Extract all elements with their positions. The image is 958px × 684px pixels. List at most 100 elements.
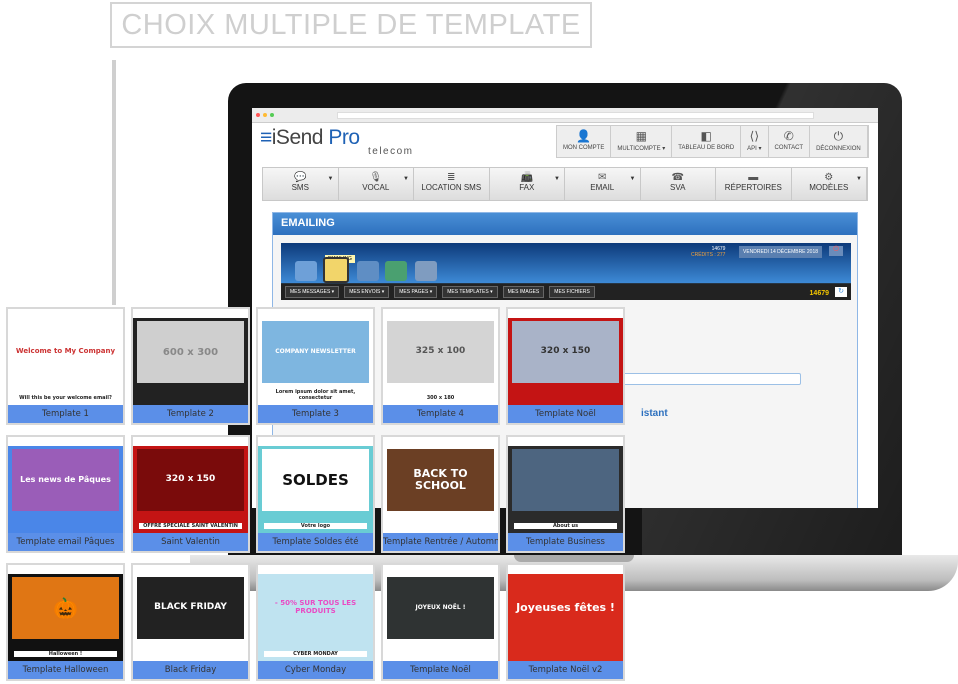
template-card[interactable]: 320 x 150 Template Noël <box>506 307 625 425</box>
template-label: Template 3 <box>258 405 373 423</box>
minimize-window-icon[interactable] <box>263 113 267 117</box>
template-preview: 🎃 Halloween ! <box>8 565 123 661</box>
template-card[interactable]: BACK TO SCHOOL Template Rentrée / Automne <box>381 435 500 553</box>
envelope-icon: ✉ <box>598 172 607 183</box>
template-card[interactable]: COMPANY NEWSLETTER Lorem ipsum dolor sit … <box>256 307 375 425</box>
sub-nav-item[interactable]: MES TEMPLATES ▾ <box>442 286 498 298</box>
preview-caption: About us <box>514 523 617 529</box>
template-card[interactable]: 320 x 150 OFFRE SPECIALE SAINT VALENTIN Sa… <box>131 435 250 553</box>
template-card[interactable]: 🎃 Halloween ! Template Halloween <box>6 563 125 681</box>
settings-icon[interactable] <box>415 261 437 281</box>
sub-nav-item[interactable]: MES IMAGES <box>502 286 545 298</box>
contacts-icon[interactable] <box>357 261 379 281</box>
template-card[interactable]: About us Template Business <box>506 435 625 553</box>
maximize-window-icon[interactable] <box>270 113 274 117</box>
menu-item[interactable]: 💬 SMS ▼ <box>263 168 339 200</box>
page-title: CHOIX MULTIPLE DE TEMPLATE <box>110 2 592 48</box>
menu-label: MODÈLES <box>809 183 849 192</box>
top-nav-label: DÉCONNEXION <box>816 146 861 152</box>
gear-icon: ⚙ <box>824 172 834 183</box>
template-preview: SOLDES Votre logo <box>258 437 373 533</box>
menu-label: EMAIL <box>590 183 615 192</box>
close-window-icon[interactable] <box>256 113 260 117</box>
preview-header <box>383 309 498 318</box>
preview-caption: OFFRE SPECIALE SAINT VALENTIN <box>139 523 242 529</box>
top-nav-item[interactable]: ⏻ DÉCONNEXION <box>810 126 868 157</box>
home-icon[interactable] <box>295 261 317 281</box>
template-preview: BLACK FRIDAY <box>133 565 248 661</box>
address-bar[interactable] <box>337 111 814 119</box>
template-card[interactable]: SOLDES Votre logo Template Soldes été <box>256 435 375 553</box>
preview-header <box>508 437 623 446</box>
menu-item[interactable]: ⚙ MODÈLES ▼ <box>792 168 867 200</box>
logo-pro: Pro <box>328 126 360 149</box>
building-icon: ▦ <box>635 129 647 143</box>
preview-caption: 300 x 180 <box>389 395 492 401</box>
menu-item[interactable]: 📠 FAX ▼ <box>490 168 565 200</box>
template-label: Saint Valentin <box>133 533 248 551</box>
preview-hero: BACK TO SCHOOL <box>387 449 494 511</box>
stats-icon[interactable] <box>385 261 407 281</box>
preview-header <box>133 309 248 318</box>
preview-header <box>383 437 498 446</box>
power-icon: ⏻ <box>833 129 844 143</box>
top-nav-item[interactable]: 👤 MON COMPTE <box>557 126 612 157</box>
template-label: Template Soldes été <box>258 533 373 551</box>
dashboard-icon: ◧ <box>700 129 712 143</box>
template-card[interactable]: 325 x 100 300 x 180 Template 4 <box>381 307 500 425</box>
top-nav-item[interactable]: ▦ MULTICOMPTE ▾ <box>611 126 673 157</box>
preview-hero: 600 x 300 <box>137 321 244 383</box>
fax-icon: 📠 <box>520 172 533 183</box>
chevron-down-icon: ▼ <box>554 176 560 182</box>
template-card[interactable]: Welcome to My Company Will this be your w… <box>6 307 125 425</box>
menu-item[interactable]: ▬ RÉPERTOIRES <box>716 168 792 200</box>
template-preview: 600 x 300 <box>133 309 248 405</box>
preview-hero: Welcome to My Company <box>12 321 119 383</box>
template-card[interactable]: - 50% SUR TOUS LES PRODUITS CYBER MONDAY C… <box>256 563 375 681</box>
sub-nav-item[interactable]: MES PAGES ▾ <box>394 286 438 298</box>
power-icon[interactable]: ⏻ <box>829 246 843 256</box>
preview-hero: 320 x 150 <box>512 321 619 383</box>
menu-item[interactable]: ✉ EMAIL ▼ <box>565 168 641 200</box>
menu-item[interactable]: ≣ LOCATION SMS <box>414 168 490 200</box>
preview-header <box>508 565 623 574</box>
preview-caption: Votre logo <box>264 523 367 529</box>
top-nav-item[interactable]: ◧ TABLEAU DE BORD <box>672 126 742 157</box>
preview-hero <box>512 449 619 511</box>
chevron-down-icon: ▼ <box>327 176 334 182</box>
sub-nav-item[interactable]: MES ENVOIS ▾ <box>344 286 390 298</box>
template-preview: BACK TO SCHOOL <box>383 437 498 533</box>
menu-item[interactable]: 🎙 VOCAL ▼ <box>339 168 414 200</box>
template-card[interactable]: JOYEUX NOËL ! Template Noël <box>381 563 500 681</box>
sub-nav: MES MESSAGES ▾ MES ENVOIS ▾ MES PAGES ▾ MES… <box>285 286 595 298</box>
preview-header <box>258 437 373 446</box>
template-label: Template Business <box>508 533 623 551</box>
sub-nav-item[interactable]: MES FICHIERS <box>549 286 595 298</box>
menu-label: SVA <box>670 183 686 192</box>
partial-heading: istant <box>641 408 668 419</box>
sub-nav-item[interactable]: MES MESSAGES ▾ <box>285 286 340 298</box>
envelope-icon[interactable] <box>323 257 349 283</box>
preview-caption: Will this be your welcome email? <box>14 395 117 401</box>
template-card[interactable]: BLACK FRIDAY Black Friday <box>131 563 250 681</box>
logo[interactable]: ≡iSend Pro <box>260 126 360 150</box>
phone-icon: ✆ <box>783 129 794 143</box>
template-label: Template Noël <box>508 405 623 423</box>
template-label: Template email Pâques <box>8 533 123 551</box>
preview-hero: COMPANY NEWSLETTER <box>262 321 369 383</box>
template-preview: JOYEUX NOËL ! <box>383 565 498 661</box>
chevron-down-icon: ▼ <box>403 176 409 182</box>
template-card[interactable]: Joyeuses fêtes ! Template Noël v2 <box>506 563 625 681</box>
microphone-icon: 🎙 <box>369 172 383 183</box>
refresh-icon[interactable]: ↻ <box>835 287 847 297</box>
menu-item[interactable]: ☎ SVA <box>641 168 716 200</box>
top-nav: 👤 MON COMPTE ▦ MULTICOMPTE ▾ ◧ TABLEAU DE BOR… <box>556 125 869 158</box>
template-label: Template 2 <box>133 405 248 423</box>
laptop-notch <box>514 555 634 562</box>
template-card[interactable]: 600 x 300 Template 2 <box>131 307 250 425</box>
top-nav-item[interactable]: ✆ CONTACT <box>769 126 811 157</box>
preview-hero: - 50% SUR TOUS LES PRODUITS <box>262 577 369 639</box>
top-nav-item[interactable]: ⟨⟩ API ▾ <box>741 126 769 157</box>
template-card[interactable]: Les news de Pâques Template email Pâques <box>6 435 125 553</box>
preview-caption: Halloween ! <box>14 651 117 657</box>
